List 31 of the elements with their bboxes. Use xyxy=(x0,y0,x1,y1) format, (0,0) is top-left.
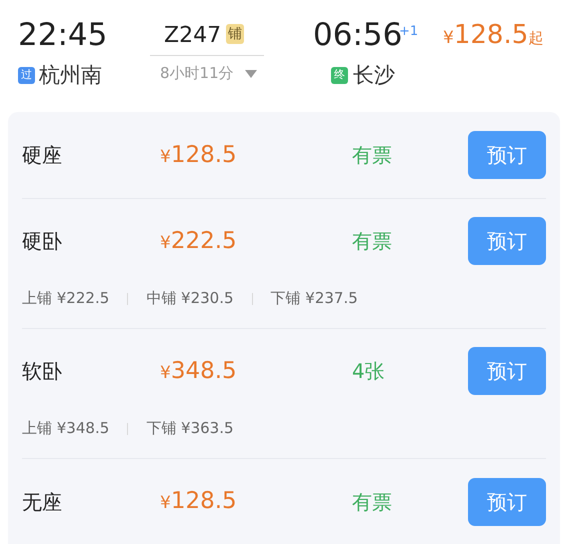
seat-price: ¥128.5 xyxy=(160,487,238,516)
seat-type: 软卧 xyxy=(22,358,63,386)
ticket-availability: 4张 xyxy=(352,358,386,386)
ticket-availability: 有票 xyxy=(352,228,393,256)
berth-price: 上铺 ¥348.5 xyxy=(22,418,110,440)
berth-tag: 铺 xyxy=(226,24,244,44)
dropdown-icon xyxy=(245,70,257,78)
book-button[interactable]: 预订 xyxy=(468,478,546,526)
seat-price: ¥128.5 xyxy=(160,140,238,170)
berth-price: 下铺 ¥237.5 xyxy=(270,288,358,310)
berth-price: 下铺 ¥363.5 xyxy=(146,418,234,440)
berth-price: 中铺 ¥230.5 xyxy=(146,288,234,310)
seat-type: 硬卧 xyxy=(22,228,63,256)
seat-type: 硬座 xyxy=(22,142,63,169)
duration-text: 8小时11分 xyxy=(160,66,234,81)
ticket-availability: 有票 xyxy=(352,142,393,169)
station-badge: 过 xyxy=(18,67,35,84)
arrival-station: 长沙 xyxy=(353,65,395,86)
seat-type: 无座 xyxy=(22,488,63,516)
train-number: Z247 xyxy=(164,25,222,47)
book-button[interactable]: 预订 xyxy=(468,131,546,179)
lowest-price: ¥128.5起 xyxy=(443,22,544,48)
berth-price: 上铺 ¥222.5 xyxy=(22,288,110,310)
departure-time: 22:45 xyxy=(18,20,108,51)
ticket-availability: 有票 xyxy=(352,488,393,516)
seat-price: ¥348.5 xyxy=(160,357,238,386)
station-badge: 终 xyxy=(331,67,348,84)
book-button[interactable]: 预订 xyxy=(468,347,546,396)
departure-station: 杭州南 xyxy=(39,65,102,86)
book-button[interactable]: 预订 xyxy=(468,217,546,266)
seat-price: ¥222.5 xyxy=(160,227,238,256)
